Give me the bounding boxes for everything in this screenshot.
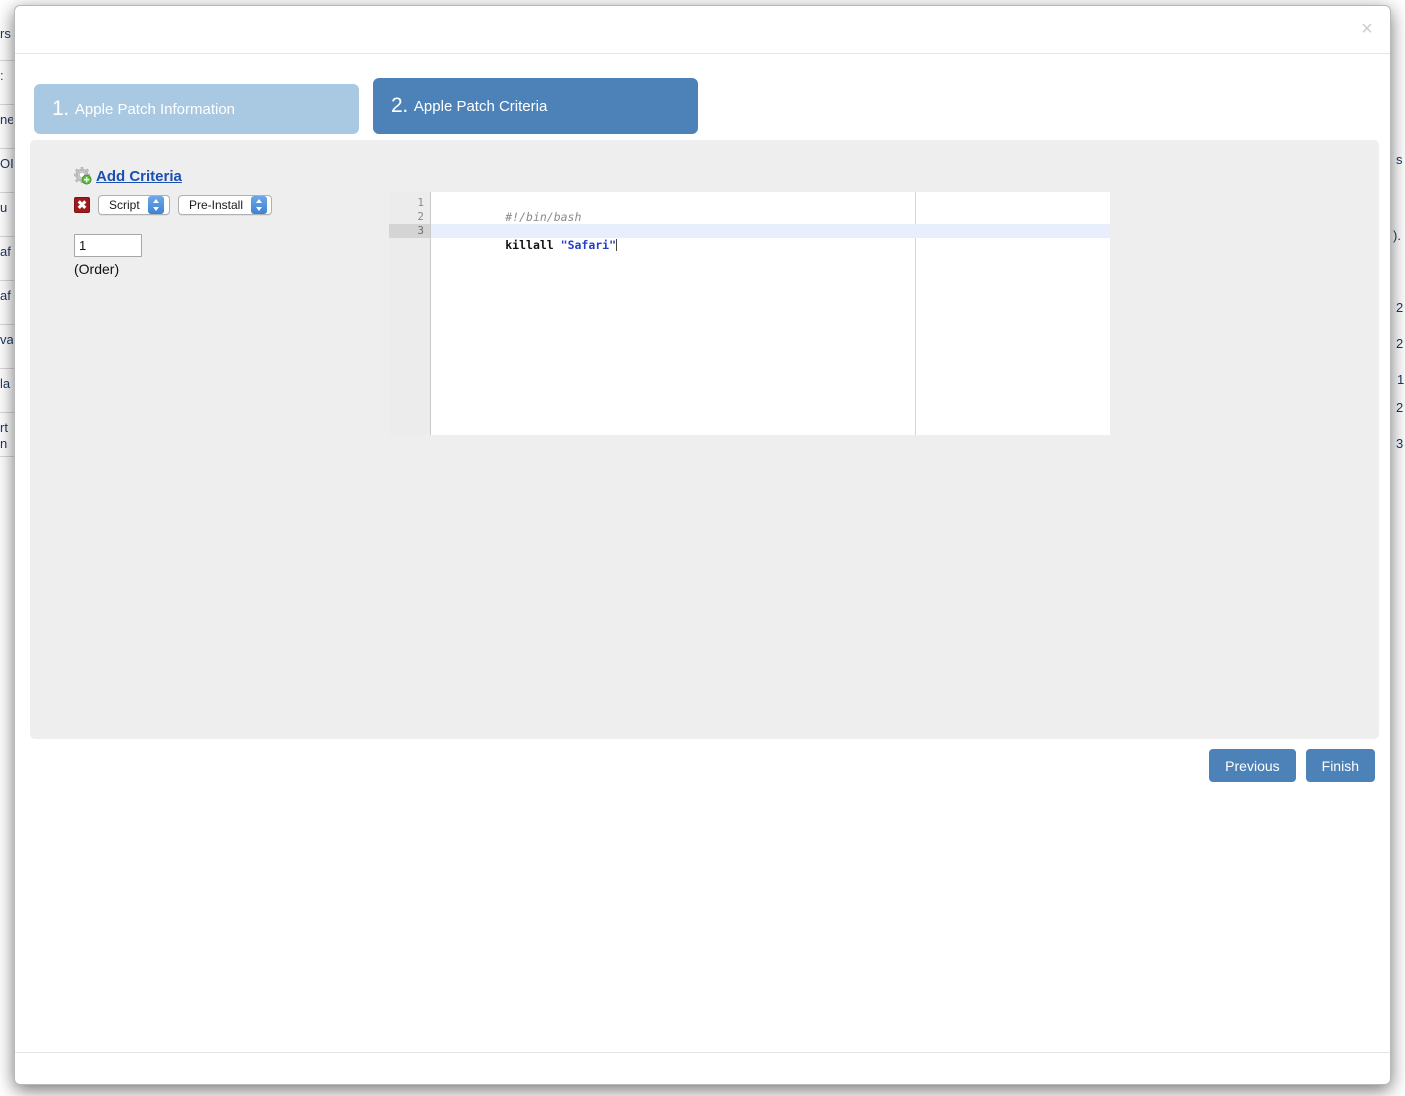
bg-text-fragment: va: [0, 332, 13, 347]
line-number: 3: [389, 224, 430, 238]
bg-text-fragment: 3: [1396, 436, 1404, 451]
code-token-command: killall: [505, 238, 561, 252]
chevron-updown-icon: [147, 196, 164, 214]
bg-rule: [0, 104, 14, 105]
tab-label: Apple Patch Criteria: [413, 97, 548, 115]
criteria-type-value: Script: [109, 198, 140, 212]
editor-gutter: 1 2 3: [389, 192, 430, 435]
modal-footer-divider: [15, 1052, 1390, 1053]
wizard-tabs: 1. Apple Patch Information 2. Apple Patc…: [34, 70, 698, 134]
finish-button[interactable]: Finish: [1305, 749, 1375, 782]
text-cursor: [616, 239, 618, 251]
wizard-footer-buttons: Previous Finish: [1209, 749, 1375, 782]
tab-apple-patch-information[interactable]: 1. Apple Patch Information: [34, 84, 359, 134]
line-number: 2: [417, 210, 424, 223]
bg-rule: [0, 324, 14, 325]
bg-text-fragment: ne: [0, 112, 13, 127]
bg-rule: [0, 192, 14, 193]
add-criteria-label: Add Criteria: [96, 167, 182, 185]
bg-rule: [0, 368, 14, 369]
tab-label: Apple Patch Information: [74, 100, 236, 118]
bg-text-fragment: af: [0, 244, 11, 259]
tab-apple-patch-criteria[interactable]: 2. Apple Patch Criteria: [373, 78, 698, 134]
criteria-panel: Add Criteria ✖ Script Pre-Install (Order…: [30, 140, 1379, 739]
criteria-phase-value: Pre-Install: [189, 198, 244, 212]
editor-code-area[interactable]: #!/bin/bash killall "Safari": [430, 192, 1110, 435]
bg-text-fragment: rs: [0, 26, 11, 41]
code-token-string: "Safari": [560, 238, 617, 252]
bg-text-fragment: OI: [0, 156, 13, 171]
criteria-phase-select[interactable]: Pre-Install: [178, 195, 272, 215]
bg-rule: [0, 412, 14, 413]
order-input[interactable]: [74, 234, 142, 257]
bg-rule: [0, 236, 14, 237]
apple-patch-modal: × 1. Apple Patch Information 2. Apple Pa…: [14, 5, 1391, 1085]
bg-rule: [0, 60, 14, 61]
line-number: 1: [417, 196, 424, 209]
bg-text-fragment: rt: [0, 420, 8, 435]
bg-text-fragment: n: [0, 436, 8, 451]
previous-button[interactable]: Previous: [1209, 749, 1296, 782]
order-label: (Order): [74, 261, 120, 277]
delete-criteria-button[interactable]: ✖: [74, 197, 90, 213]
code-line[interactable]: #!/bin/bash: [431, 196, 1110, 224]
bg-text-fragment: 1: [1397, 372, 1405, 387]
bg-rule: [0, 456, 14, 457]
add-criteria-button[interactable]: Add Criteria: [74, 167, 182, 185]
close-icon[interactable]: ×: [1356, 18, 1378, 40]
code-line[interactable]: [431, 210, 1110, 224]
criteria-row: ✖ Script Pre-Install: [74, 195, 280, 215]
chevron-updown-icon: [251, 196, 268, 214]
script-editor[interactable]: 1 2 3 #!/bin/bash killall "Safari": [389, 192, 1110, 435]
criteria-type-select[interactable]: Script: [98, 195, 170, 215]
tab-number: 1.: [52, 97, 69, 120]
code-line-active[interactable]: killall "Safari": [431, 224, 1110, 252]
bg-text-fragment: af: [0, 288, 11, 303]
bg-text-fragment: u: [0, 200, 8, 215]
bg-text-fragment: 2: [1396, 336, 1404, 351]
bg-text-fragment: ).: [1393, 228, 1401, 243]
modal-header: ×: [15, 6, 1390, 54]
bg-rule: [0, 280, 14, 281]
gear-plus-icon: [74, 167, 92, 185]
bg-text-fragment: la: [0, 376, 11, 391]
bg-text-fragment: 2: [1396, 400, 1404, 415]
tab-number: 2.: [391, 94, 408, 117]
bg-text-fragment: :: [0, 68, 4, 83]
order-field-group: (Order): [74, 234, 142, 277]
bg-text-fragment: 2: [1396, 300, 1404, 315]
bg-rule: [0, 148, 14, 149]
bg-text-fragment: s: [1396, 152, 1403, 167]
